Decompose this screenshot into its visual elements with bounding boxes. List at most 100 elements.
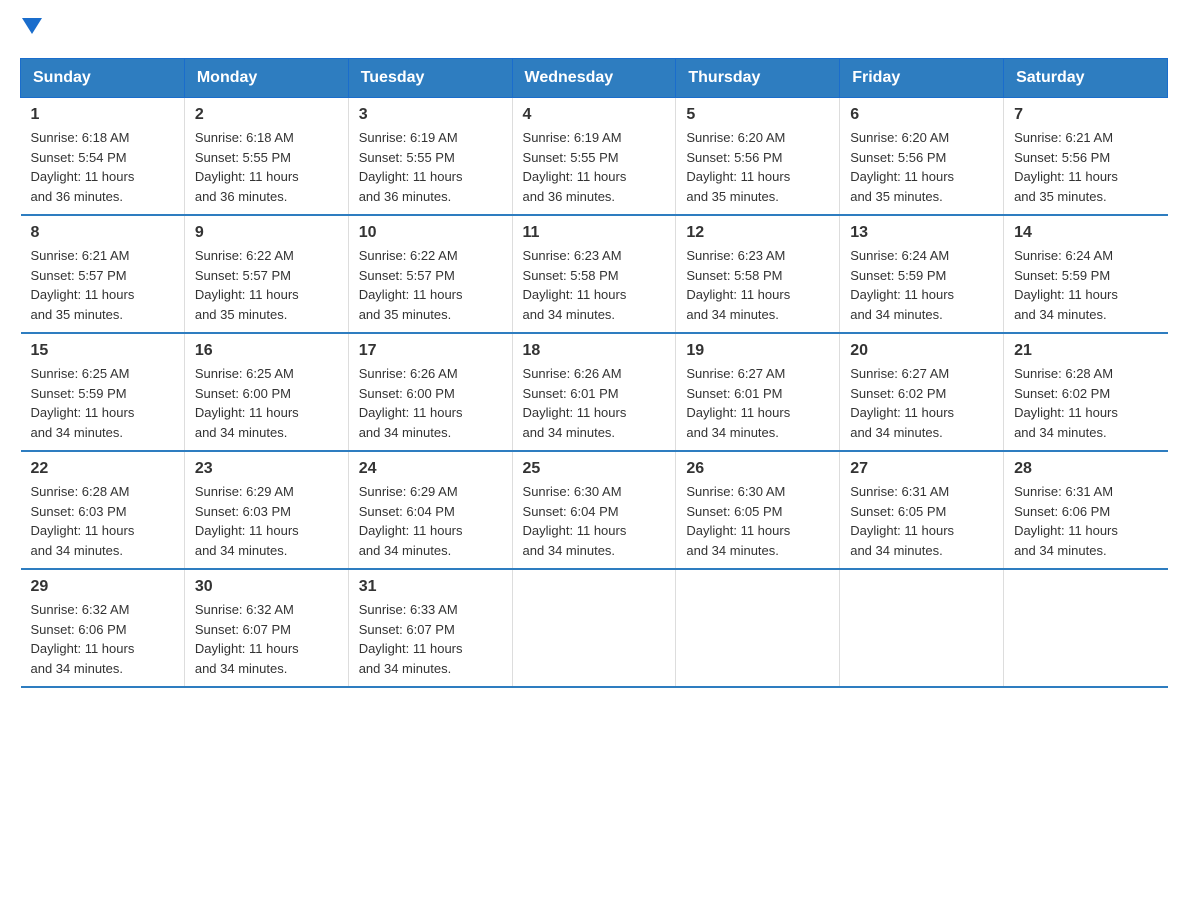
day-info: Sunrise: 6:31 AMSunset: 6:05 PMDaylight:… [850, 482, 993, 560]
day-info: Sunrise: 6:19 AMSunset: 5:55 PMDaylight:… [359, 128, 502, 206]
day-info: Sunrise: 6:27 AMSunset: 6:02 PMDaylight:… [850, 364, 993, 442]
calendar-week-row: 29 Sunrise: 6:32 AMSunset: 6:06 PMDaylig… [21, 569, 1168, 687]
day-info: Sunrise: 6:33 AMSunset: 6:07 PMDaylight:… [359, 600, 502, 678]
day-number: 5 [686, 106, 829, 124]
calendar-cell: 18 Sunrise: 6:26 AMSunset: 6:01 PMDaylig… [512, 333, 676, 451]
calendar-cell: 9 Sunrise: 6:22 AMSunset: 5:57 PMDayligh… [184, 215, 348, 333]
day-number: 15 [31, 342, 174, 360]
calendar-cell: 10 Sunrise: 6:22 AMSunset: 5:57 PMDaylig… [348, 215, 512, 333]
logo-triangle-icon [22, 18, 42, 38]
day-info: Sunrise: 6:32 AMSunset: 6:07 PMDaylight:… [195, 600, 338, 678]
calendar-cell: 4 Sunrise: 6:19 AMSunset: 5:55 PMDayligh… [512, 98, 676, 216]
header-day-monday: Monday [184, 59, 348, 98]
calendar-cell: 7 Sunrise: 6:21 AMSunset: 5:56 PMDayligh… [1004, 98, 1168, 216]
calendar-cell [840, 569, 1004, 687]
calendar-cell: 20 Sunrise: 6:27 AMSunset: 6:02 PMDaylig… [840, 333, 1004, 451]
day-number: 10 [359, 224, 502, 242]
calendar-cell: 28 Sunrise: 6:31 AMSunset: 6:06 PMDaylig… [1004, 451, 1168, 569]
day-info: Sunrise: 6:28 AMSunset: 6:02 PMDaylight:… [1014, 364, 1157, 442]
header-day-saturday: Saturday [1004, 59, 1168, 98]
day-number: 30 [195, 578, 338, 596]
calendar-cell: 13 Sunrise: 6:24 AMSunset: 5:59 PMDaylig… [840, 215, 1004, 333]
calendar-cell: 23 Sunrise: 6:29 AMSunset: 6:03 PMDaylig… [184, 451, 348, 569]
day-number: 23 [195, 460, 338, 478]
page-header [20, 20, 1168, 38]
calendar-week-row: 8 Sunrise: 6:21 AMSunset: 5:57 PMDayligh… [21, 215, 1168, 333]
calendar-cell: 25 Sunrise: 6:30 AMSunset: 6:04 PMDaylig… [512, 451, 676, 569]
day-number: 29 [31, 578, 174, 596]
calendar-cell: 22 Sunrise: 6:28 AMSunset: 6:03 PMDaylig… [21, 451, 185, 569]
day-info: Sunrise: 6:25 AMSunset: 6:00 PMDaylight:… [195, 364, 338, 442]
header-day-friday: Friday [840, 59, 1004, 98]
day-number: 9 [195, 224, 338, 242]
calendar-cell: 19 Sunrise: 6:27 AMSunset: 6:01 PMDaylig… [676, 333, 840, 451]
calendar-cell: 14 Sunrise: 6:24 AMSunset: 5:59 PMDaylig… [1004, 215, 1168, 333]
header-day-sunday: Sunday [21, 59, 185, 98]
calendar-header: SundayMondayTuesdayWednesdayThursdayFrid… [21, 59, 1168, 98]
day-info: Sunrise: 6:21 AMSunset: 5:56 PMDaylight:… [1014, 128, 1157, 206]
day-info: Sunrise: 6:30 AMSunset: 6:04 PMDaylight:… [523, 482, 666, 560]
header-day-tuesday: Tuesday [348, 59, 512, 98]
calendar-cell: 16 Sunrise: 6:25 AMSunset: 6:00 PMDaylig… [184, 333, 348, 451]
day-info: Sunrise: 6:18 AMSunset: 5:55 PMDaylight:… [195, 128, 338, 206]
calendar-cell: 27 Sunrise: 6:31 AMSunset: 6:05 PMDaylig… [840, 451, 1004, 569]
header-day-wednesday: Wednesday [512, 59, 676, 98]
day-number: 16 [195, 342, 338, 360]
calendar-table: SundayMondayTuesdayWednesdayThursdayFrid… [20, 58, 1168, 688]
calendar-cell [1004, 569, 1168, 687]
day-number: 14 [1014, 224, 1157, 242]
calendar-cell: 1 Sunrise: 6:18 AMSunset: 5:54 PMDayligh… [21, 98, 185, 216]
day-info: Sunrise: 6:26 AMSunset: 6:01 PMDaylight:… [523, 364, 666, 442]
day-number: 25 [523, 460, 666, 478]
day-number: 22 [31, 460, 174, 478]
calendar-cell: 30 Sunrise: 6:32 AMSunset: 6:07 PMDaylig… [184, 569, 348, 687]
day-info: Sunrise: 6:23 AMSunset: 5:58 PMDaylight:… [686, 246, 829, 324]
day-info: Sunrise: 6:32 AMSunset: 6:06 PMDaylight:… [31, 600, 174, 678]
day-number: 21 [1014, 342, 1157, 360]
calendar-week-row: 22 Sunrise: 6:28 AMSunset: 6:03 PMDaylig… [21, 451, 1168, 569]
day-number: 11 [523, 224, 666, 242]
day-number: 31 [359, 578, 502, 596]
day-number: 24 [359, 460, 502, 478]
day-number: 7 [1014, 106, 1157, 124]
day-number: 12 [686, 224, 829, 242]
day-info: Sunrise: 6:23 AMSunset: 5:58 PMDaylight:… [523, 246, 666, 324]
header-day-thursday: Thursday [676, 59, 840, 98]
day-info: Sunrise: 6:19 AMSunset: 5:55 PMDaylight:… [523, 128, 666, 206]
day-info: Sunrise: 6:22 AMSunset: 5:57 PMDaylight:… [359, 246, 502, 324]
day-number: 2 [195, 106, 338, 124]
day-info: Sunrise: 6:31 AMSunset: 6:06 PMDaylight:… [1014, 482, 1157, 560]
day-number: 13 [850, 224, 993, 242]
calendar-cell [676, 569, 840, 687]
calendar-cell: 8 Sunrise: 6:21 AMSunset: 5:57 PMDayligh… [21, 215, 185, 333]
day-number: 8 [31, 224, 174, 242]
logo [20, 20, 42, 38]
day-number: 19 [686, 342, 829, 360]
calendar-cell: 3 Sunrise: 6:19 AMSunset: 5:55 PMDayligh… [348, 98, 512, 216]
calendar-cell: 29 Sunrise: 6:32 AMSunset: 6:06 PMDaylig… [21, 569, 185, 687]
day-number: 3 [359, 106, 502, 124]
day-number: 1 [31, 106, 174, 124]
calendar-cell: 21 Sunrise: 6:28 AMSunset: 6:02 PMDaylig… [1004, 333, 1168, 451]
calendar-cell: 31 Sunrise: 6:33 AMSunset: 6:07 PMDaylig… [348, 569, 512, 687]
calendar-cell: 11 Sunrise: 6:23 AMSunset: 5:58 PMDaylig… [512, 215, 676, 333]
day-info: Sunrise: 6:20 AMSunset: 5:56 PMDaylight:… [686, 128, 829, 206]
day-info: Sunrise: 6:28 AMSunset: 6:03 PMDaylight:… [31, 482, 174, 560]
calendar-cell: 5 Sunrise: 6:20 AMSunset: 5:56 PMDayligh… [676, 98, 840, 216]
day-info: Sunrise: 6:24 AMSunset: 5:59 PMDaylight:… [850, 246, 993, 324]
day-info: Sunrise: 6:27 AMSunset: 6:01 PMDaylight:… [686, 364, 829, 442]
day-number: 6 [850, 106, 993, 124]
day-info: Sunrise: 6:26 AMSunset: 6:00 PMDaylight:… [359, 364, 502, 442]
day-number: 28 [1014, 460, 1157, 478]
calendar-cell: 26 Sunrise: 6:30 AMSunset: 6:05 PMDaylig… [676, 451, 840, 569]
calendar-cell: 17 Sunrise: 6:26 AMSunset: 6:00 PMDaylig… [348, 333, 512, 451]
calendar-cell: 24 Sunrise: 6:29 AMSunset: 6:04 PMDaylig… [348, 451, 512, 569]
day-info: Sunrise: 6:30 AMSunset: 6:05 PMDaylight:… [686, 482, 829, 560]
day-number: 17 [359, 342, 502, 360]
calendar-cell: 2 Sunrise: 6:18 AMSunset: 5:55 PMDayligh… [184, 98, 348, 216]
day-info: Sunrise: 6:25 AMSunset: 5:59 PMDaylight:… [31, 364, 174, 442]
calendar-week-row: 1 Sunrise: 6:18 AMSunset: 5:54 PMDayligh… [21, 98, 1168, 216]
calendar-week-row: 15 Sunrise: 6:25 AMSunset: 5:59 PMDaylig… [21, 333, 1168, 451]
calendar-cell: 15 Sunrise: 6:25 AMSunset: 5:59 PMDaylig… [21, 333, 185, 451]
day-info: Sunrise: 6:20 AMSunset: 5:56 PMDaylight:… [850, 128, 993, 206]
